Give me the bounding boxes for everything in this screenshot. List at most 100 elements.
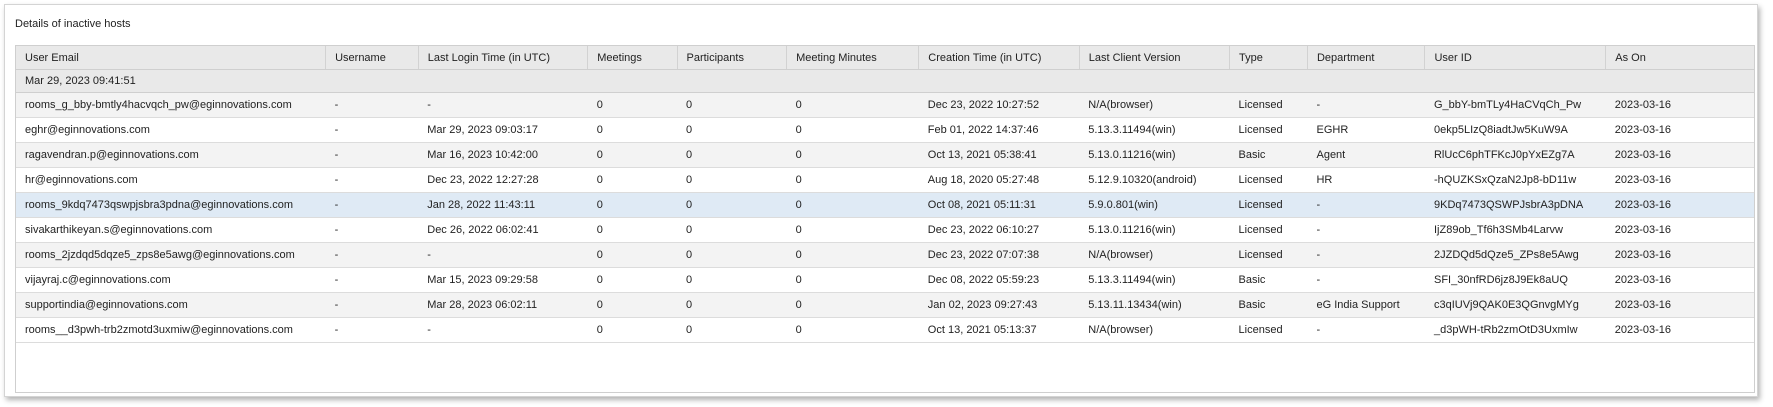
- cell-meeting-minutes: 0: [786, 192, 919, 218]
- cell-meeting-minutes: 0: [786, 142, 919, 168]
- cell-meetings: 0: [587, 117, 677, 143]
- column-header-username[interactable]: Username: [325, 46, 419, 70]
- inactive-hosts-table-container: User Email Username Last Login Time (in UT…: [15, 45, 1755, 393]
- cell-participants: 0: [677, 92, 787, 118]
- cell-creation-time: Dec 23, 2022 06:10:27: [918, 217, 1080, 243]
- table-row[interactable]: rooms_2jzdqd5dqze5_zps8e5awg@eginnovatio…: [16, 242, 1754, 268]
- table-row[interactable]: sivakarthikeyan.s@eginnovations.com - Dec …: [16, 217, 1754, 243]
- table-row[interactable]: rooms__d3pwh-trb2zmotd3uxmiw@eginnovatio…: [16, 317, 1754, 343]
- cell-meetings: 0: [587, 267, 677, 293]
- cell-creation-time: Dec 23, 2022 10:27:52: [918, 92, 1080, 118]
- cell-last-login-time: -: [418, 242, 588, 268]
- cell-creation-time: Feb 01, 2022 14:37:46: [918, 117, 1080, 143]
- cell-as-on: 2023-03-16: [1605, 142, 1754, 168]
- cell-participants: 0: [677, 292, 787, 318]
- cell-user-id: SFI_30nfRD6jz8J9Ek8aUQ: [1424, 267, 1606, 293]
- cell-last-client-version: 5.13.3.11494(win): [1079, 117, 1230, 143]
- group-row[interactable]: Mar 29, 2023 09:41:51: [16, 69, 1754, 93]
- cell-user-email: hr@eginnovations.com: [16, 167, 326, 193]
- cell-last-client-version: 5.13.0.11216(win): [1079, 142, 1230, 168]
- cell-meetings: 0: [587, 142, 677, 168]
- cell-last-login-time: Mar 28, 2023 06:02:11: [418, 292, 588, 318]
- cell-meeting-minutes: 0: [786, 242, 919, 268]
- cell-user-id: 2JZDQd5dQze5_ZPs8e5Awg: [1424, 242, 1606, 268]
- cell-user-id: RlUcC6phTFKcJ0pYxEZg7A: [1424, 142, 1606, 168]
- cell-user-id: G_bbY-bmTLy4HaCVqCh_Pw: [1424, 92, 1606, 118]
- cell-meetings: 0: [587, 317, 677, 343]
- cell-last-client-version: N/A(browser): [1079, 317, 1230, 343]
- cell-user-email: rooms_g_bby-bmtly4hacvqch_pw@eginnovatio…: [16, 92, 326, 118]
- cell-as-on: 2023-03-16: [1605, 242, 1754, 268]
- cell-department: -: [1307, 317, 1425, 343]
- cell-type: Licensed: [1229, 167, 1308, 193]
- column-header-last-login-time[interactable]: Last Login Time (in UTC): [418, 46, 589, 70]
- cell-department: Agent: [1307, 142, 1425, 168]
- cell-meeting-minutes: 0: [786, 217, 919, 243]
- column-header-type[interactable]: Type: [1229, 46, 1308, 70]
- cell-user-email: rooms__d3pwh-trb2zmotd3uxmiw@eginnovatio…: [16, 317, 326, 343]
- table-row[interactable]: rooms_9kdq7473qswpjsbra3pdna@eginnovatio…: [16, 192, 1754, 218]
- cell-participants: 0: [677, 167, 787, 193]
- column-header-department[interactable]: Department: [1307, 46, 1426, 70]
- cell-user-email: eghr@eginnovations.com: [16, 117, 326, 143]
- table-row[interactable]: hr@eginnovations.com - Dec 23, 2022 12:27:…: [16, 167, 1754, 193]
- cell-type: Licensed: [1229, 217, 1308, 243]
- table-row[interactable]: vijayraj.c@eginnovations.com - Mar 15, 202…: [16, 267, 1754, 293]
- cell-meeting-minutes: 0: [786, 167, 919, 193]
- column-header-last-client-version[interactable]: Last Client Version: [1079, 46, 1231, 70]
- column-header-user-id[interactable]: User ID: [1424, 46, 1607, 70]
- cell-username: -: [325, 242, 419, 268]
- cell-as-on: 2023-03-16: [1605, 192, 1754, 218]
- table-row[interactable]: supportindia@eginnovations.com - Mar 28, 2…: [16, 292, 1754, 318]
- cell-last-login-time: -: [418, 92, 588, 118]
- column-header-participants[interactable]: Participants: [677, 46, 788, 70]
- cell-meeting-minutes: 0: [786, 267, 919, 293]
- cell-participants: 0: [677, 317, 787, 343]
- cell-user-email: rooms_2jzdqd5dqze5_zps8e5awg@eginnovatio…: [16, 242, 326, 268]
- cell-type: Basic: [1229, 142, 1308, 168]
- column-header-as-on[interactable]: As On: [1605, 46, 1754, 70]
- cell-user-email: sivakarthikeyan.s@eginnovations.com: [16, 217, 326, 243]
- cell-meetings: 0: [587, 167, 677, 193]
- table-row[interactable]: eghr@eginnovations.com - Mar 29, 2023 09:0…: [16, 117, 1754, 143]
- cell-participants: 0: [677, 217, 787, 243]
- cell-user-id: IjZ89ob_Tf6h3SMb4Larvw: [1424, 217, 1606, 243]
- cell-type: Licensed: [1229, 242, 1308, 268]
- cell-meetings: 0: [587, 217, 677, 243]
- cell-department: -: [1307, 92, 1425, 118]
- column-header-meetings[interactable]: Meetings: [587, 46, 678, 70]
- cell-as-on: 2023-03-16: [1605, 92, 1754, 118]
- cell-last-login-time: Mar 16, 2023 10:42:00: [418, 142, 588, 168]
- cell-user-email: vijayraj.c@eginnovations.com: [16, 267, 326, 293]
- cell-user-id: c3qIUVj9QAK0E3QGnvgMYg: [1424, 292, 1606, 318]
- cell-as-on: 2023-03-16: [1605, 292, 1754, 318]
- cell-participants: 0: [677, 267, 787, 293]
- cell-last-login-time: Mar 15, 2023 09:29:58: [418, 267, 588, 293]
- cell-user-id: _d3pWH-tRb2zmOtD3UxmIw: [1424, 317, 1606, 343]
- cell-user-id: 0ekp5LIzQ8iadtJw5KuW9A: [1424, 117, 1606, 143]
- cell-creation-time: Oct 08, 2021 05:11:31: [918, 192, 1080, 218]
- table-header-row: User Email Username Last Login Time (in UT…: [16, 46, 1754, 70]
- cell-last-client-version: 5.12.9.10320(android): [1079, 167, 1230, 193]
- cell-department: -: [1307, 242, 1425, 268]
- inactive-hosts-panel: Details of inactive hosts User Email User…: [4, 4, 1758, 397]
- cell-meeting-minutes: 0: [786, 92, 919, 118]
- table-row[interactable]: ragavendran.p@eginnovations.com - Mar 16, …: [16, 142, 1754, 168]
- column-header-user-email[interactable]: User Email: [16, 46, 327, 70]
- cell-department: -: [1307, 217, 1425, 243]
- group-label: Mar 29, 2023 09:41:51: [16, 69, 1754, 93]
- cell-meetings: 0: [587, 92, 677, 118]
- cell-participants: 0: [677, 242, 787, 268]
- column-header-creation-time[interactable]: Creation Time (in UTC): [918, 46, 1080, 70]
- cell-username: -: [325, 217, 419, 243]
- cell-last-login-time: -: [418, 317, 588, 343]
- cell-as-on: 2023-03-16: [1605, 167, 1754, 193]
- cell-last-client-version: 5.13.3.11494(win): [1079, 267, 1230, 293]
- cell-type: Licensed: [1229, 317, 1308, 343]
- cell-type: Basic: [1229, 292, 1308, 318]
- table-row[interactable]: rooms_g_bby-bmtly4hacvqch_pw@eginnovatio…: [16, 92, 1754, 118]
- cell-type: Licensed: [1229, 117, 1308, 143]
- cell-last-client-version: 5.13.0.11216(win): [1079, 217, 1230, 243]
- column-header-meeting-minutes[interactable]: Meeting Minutes: [786, 46, 920, 70]
- cell-meetings: 0: [587, 292, 677, 318]
